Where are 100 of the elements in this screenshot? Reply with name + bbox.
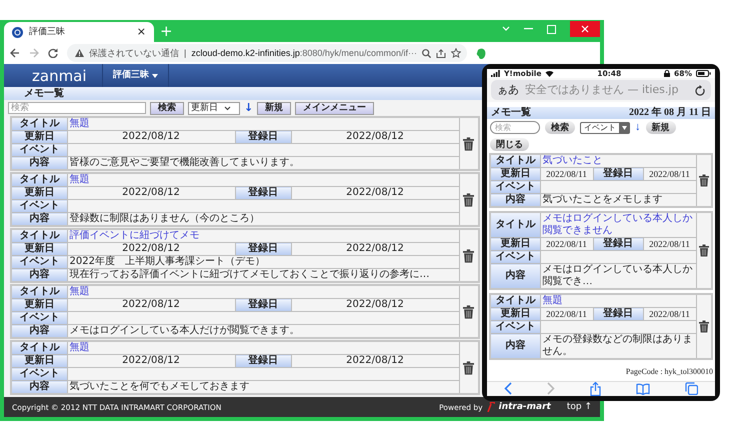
field-label: 更新日 xyxy=(11,242,67,256)
field-label: 更新日 xyxy=(11,298,67,312)
memo-title-link[interactable]: 無題 xyxy=(70,286,90,297)
sort-order-arrow[interactable]: ↓ xyxy=(244,101,254,115)
field-label: 内容 xyxy=(11,268,67,282)
trash-icon[interactable] xyxy=(698,320,709,334)
reload-icon[interactable] xyxy=(695,84,705,96)
wifi-icon xyxy=(545,70,554,77)
table-cell: 2022/08/12 xyxy=(67,354,235,368)
book-icon[interactable] xyxy=(636,382,650,395)
search-button[interactable]: 検索 xyxy=(545,121,575,134)
tab-close-button[interactable]: × xyxy=(136,25,146,39)
field-label: 登録日 xyxy=(235,242,291,256)
field-label: タイトル xyxy=(490,294,540,308)
field-label: 更新日 xyxy=(11,186,67,200)
table-cell: 2022/08/12 xyxy=(67,130,235,144)
field-label: イベント xyxy=(11,312,67,324)
field-label: 登録日 xyxy=(235,130,291,144)
table-cell: 2022/08/12 xyxy=(291,242,459,256)
memo-title-link[interactable]: 無題 xyxy=(70,174,90,185)
field-label: イベント xyxy=(11,368,67,380)
table-cell: 2022/08/11 xyxy=(540,238,593,251)
trash-icon[interactable] xyxy=(698,244,709,258)
logo-mark-icon xyxy=(486,402,495,412)
field-label: タイトル xyxy=(11,229,67,242)
toolbar-button[interactable]: メインメニュー xyxy=(295,102,374,114)
battery-icon xyxy=(696,70,711,77)
memo-title-link[interactable]: 無題 xyxy=(70,118,90,129)
field-label: イベント xyxy=(490,180,540,194)
trash-icon[interactable] xyxy=(698,174,709,188)
url-text: zcloud-demo.k2-infinities.jp:8080/hyk/menu/common/if··· xyxy=(191,48,417,58)
sort-order-arrow[interactable]: ↓ xyxy=(635,121,640,134)
field-label: 内容 xyxy=(490,194,540,208)
memo-title-link[interactable]: 無題 xyxy=(70,342,90,353)
browser-tab[interactable]: 評価三昧 × xyxy=(4,22,154,42)
table-cell: 2022/08/11 xyxy=(643,308,696,321)
new-button[interactable]: 新規 xyxy=(646,121,676,134)
favicon-icon xyxy=(12,26,23,38)
tabs-icon[interactable] xyxy=(684,382,698,396)
table-cell: 登録数に制限はありません（今のところ） xyxy=(67,212,459,226)
table-cell: 2022/08/11 xyxy=(643,238,696,251)
field-label: 内容 xyxy=(11,324,67,338)
table-cell: 気づいたことをメモします xyxy=(540,194,696,208)
field-label: 更新日 xyxy=(11,354,67,368)
field-label: タイトル xyxy=(11,173,67,186)
field-label: イベント xyxy=(490,250,540,264)
back-icon[interactable] xyxy=(504,382,512,396)
address-bar[interactable]: 保護されていない通信 | zcloud-demo.k2-infinities.jp:8080/hyk/menu/common/if··· xyxy=(67,44,467,62)
logo-text: intra-mart xyxy=(498,402,551,412)
table-cell: 2022年度 上半期人事考課シート（デモ） xyxy=(67,256,459,268)
field-label: イベント xyxy=(490,320,540,334)
toolbar-button[interactable]: 新規 xyxy=(257,102,292,114)
trash-icon[interactable] xyxy=(463,192,474,206)
page-code-text: PageCode : hyk_tol300010 xyxy=(624,366,714,378)
top-link[interactable]: top ↑ xyxy=(566,402,592,412)
signal-icon xyxy=(491,70,500,77)
reload-icon[interactable] xyxy=(48,48,58,58)
zoom-icon[interactable] xyxy=(422,48,431,58)
filter-select[interactable]: イベント xyxy=(580,122,630,134)
table-cell: メモはログインしている本人しか閲覧でき… xyxy=(540,264,696,290)
field-label: タイトル xyxy=(490,154,540,168)
sort-select[interactable]: 更新日 xyxy=(188,102,240,114)
close-button[interactable] xyxy=(570,21,600,37)
close-button[interactable]: 閉じる xyxy=(490,138,529,152)
table-cell: 気づいたことを何でもメモしておきます xyxy=(67,380,459,394)
extension-icon[interactable] xyxy=(476,48,486,58)
field-label: 登録日 xyxy=(235,186,291,200)
caret-icon xyxy=(622,126,626,130)
field-label: 更新日 xyxy=(490,238,540,251)
security-warning: 保護されていない通信 xyxy=(89,48,179,58)
close-icon xyxy=(581,25,589,33)
brand-name[interactable]: zanmai xyxy=(32,64,102,87)
trash-icon[interactable] xyxy=(463,304,474,318)
address-bar[interactable]: ぁあ 安全ではありません — ities.jp xyxy=(491,80,711,100)
memo-title-link[interactable]: 無題 xyxy=(542,295,694,308)
trash-icon[interactable] xyxy=(463,248,474,262)
search-button[interactable]: 検索 xyxy=(150,102,184,114)
table-cell: 2022/08/11 xyxy=(643,168,696,181)
field-label: タイトル xyxy=(490,212,540,238)
caret-icon xyxy=(224,106,231,110)
field-label: 更新日 xyxy=(11,130,67,144)
share-icon[interactable] xyxy=(436,48,446,58)
memo-title-link[interactable]: 評価イベントに紐づけてメモ xyxy=(70,230,200,241)
table-cell: メモの登録数などの制限はありません。 xyxy=(540,334,696,360)
star-icon[interactable] xyxy=(450,48,461,58)
table-cell: 2022/08/11 xyxy=(540,308,593,321)
trash-icon[interactable] xyxy=(463,136,474,150)
trash-icon[interactable] xyxy=(463,360,474,374)
field-label: 更新日 xyxy=(490,308,540,321)
field-label: イベント xyxy=(11,144,67,156)
memo-title-link[interactable]: 気づいたこと xyxy=(542,155,694,168)
field-label: タイトル xyxy=(11,341,67,354)
back-icon[interactable] xyxy=(10,48,20,58)
table-cell: 2022/08/12 xyxy=(291,130,459,144)
page-heading: メモ一覧 xyxy=(491,107,531,119)
share-icon[interactable] xyxy=(590,382,601,396)
field-label: 登録日 xyxy=(235,298,291,312)
field-label: 内容 xyxy=(11,156,67,170)
memo-title-link[interactable]: メモはログインしている本人しか閲覧できません xyxy=(542,213,694,238)
tab-title: 評価三昧 xyxy=(29,26,65,38)
